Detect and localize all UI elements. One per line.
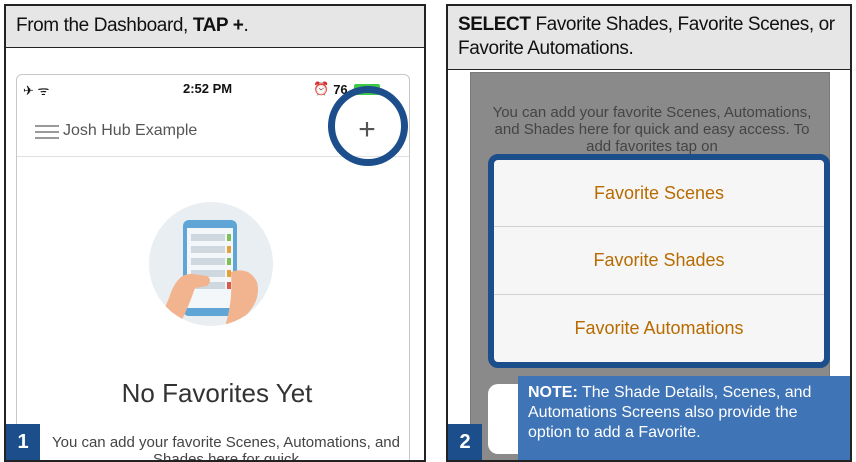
airplane-wifi-icon: ✈ ᯤ (23, 83, 50, 98)
instruction-action: SELECT (458, 14, 531, 35)
step-2-panel: SELECT Favorite Shades, Favorite Scenes,… (446, 4, 852, 462)
step-1-instruction: From the Dashboard, TAP +. (6, 6, 424, 48)
instruction-action: TAP + (192, 15, 244, 36)
background-description: You can add your favorite Scenes, Automa… (492, 104, 812, 155)
status-time: 2:52 PM (183, 81, 233, 96)
alarm-icon: ⏰ (313, 81, 330, 96)
highlight-circle (328, 86, 408, 166)
favorite-automations-option[interactable]: Favorite Automations (494, 295, 824, 362)
instruction-suffix: . (243, 15, 249, 36)
note-label: NOTE: (528, 384, 578, 401)
note-callout: NOTE: The Shade Details, Scenes, and Aut… (518, 376, 850, 460)
empty-state-description: You can add your favorite Scenes, Automa… (51, 434, 400, 462)
step-2-instruction: SELECT Favorite Shades, Favorite Scenes,… (448, 6, 850, 70)
favorites-action-menu: Favorite Scenes Favorite Shades Favorite… (488, 154, 830, 368)
phone-illustration-icon (149, 202, 273, 326)
favorite-scenes-option[interactable]: Favorite Scenes (494, 160, 824, 228)
hub-title: Josh Hub Example (63, 122, 198, 139)
step-number-badge: 1 (6, 424, 40, 460)
step-1-panel: From the Dashboard, TAP +. ✈ ᯤ 2:52 PM ⏰… (4, 4, 426, 462)
step-number-badge: 2 (448, 424, 482, 460)
menu-icon[interactable] (35, 125, 59, 139)
instruction-prefix: From the Dashboard, (16, 15, 193, 36)
favorite-shades-option[interactable]: Favorite Shades (494, 227, 824, 295)
empty-state-title: No Favorites Yet (121, 378, 313, 408)
